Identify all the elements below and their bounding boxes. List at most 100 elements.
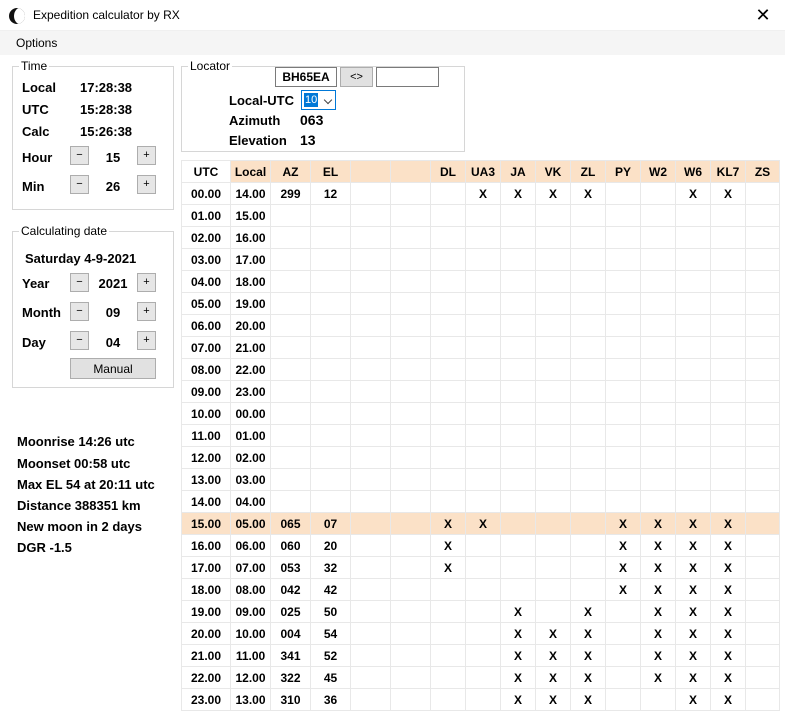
table-row[interactable]: 16.00 06.00 060 20 X X X X X	[181, 534, 780, 557]
table-row[interactable]: 09.00 23.00	[181, 380, 780, 403]
table-cell: X	[640, 600, 676, 623]
table-row[interactable]: 11.00 01.00	[181, 424, 780, 447]
local-utc-select[interactable]: 10	[301, 90, 336, 110]
table-cell	[390, 512, 431, 535]
table-cell	[570, 270, 606, 293]
table-row[interactable]: 19.00 09.00 025 50 X X X X X	[181, 600, 780, 623]
table-cell: 01.00	[230, 424, 271, 447]
column-header-dl: DL	[430, 160, 466, 183]
locator-input[interactable]: BH65EA	[275, 67, 337, 87]
day-decrement-button[interactable]: −	[70, 331, 89, 350]
table-cell	[710, 314, 746, 337]
table-cell	[465, 402, 501, 425]
locator-legend: Locator	[190, 59, 231, 73]
min-increment-button[interactable]: +	[137, 175, 156, 194]
hour-decrement-button[interactable]: −	[70, 146, 89, 165]
table-cell	[350, 622, 391, 645]
table-cell: X	[640, 666, 676, 689]
table-cell: 17.00	[181, 556, 231, 579]
min-decrement-button[interactable]: −	[70, 175, 89, 194]
table-row[interactable]: 23.00 13.00 310 36 X X X X X	[181, 688, 780, 711]
table-row[interactable]: 21.00 11.00 341 52 X X X X X X	[181, 644, 780, 667]
table-row[interactable]: 17.00 07.00 053 32 X X X X X	[181, 556, 780, 579]
table-cell	[390, 534, 431, 557]
table-cell	[745, 666, 780, 689]
table-cell	[390, 270, 431, 293]
table-row[interactable]: 20.00 10.00 004 54 X X X X X X	[181, 622, 780, 645]
table-row[interactable]: 00.00 14.00 299 12 X X X X X X	[181, 182, 780, 205]
table-row[interactable]: 18.00 08.00 042 42 X X X X	[181, 578, 780, 601]
table-row[interactable]: 15.00 05.00 065 07 X X X X X X	[181, 512, 780, 535]
table-cell	[430, 314, 466, 337]
table-cell: X	[500, 688, 536, 711]
table-row[interactable]: 10.00 00.00	[181, 402, 780, 425]
day-label: Day	[22, 335, 46, 350]
table-cell	[465, 556, 501, 579]
table-cell	[640, 292, 676, 315]
year-decrement-button[interactable]: −	[70, 273, 89, 292]
table-cell	[675, 248, 711, 271]
menu-options[interactable]: Options	[16, 36, 57, 50]
table-cell	[310, 402, 351, 425]
table-cell	[570, 468, 606, 491]
table-cell: X	[535, 622, 571, 645]
table-cell: 12	[310, 182, 351, 205]
table-row[interactable]: 06.00 20.00	[181, 314, 780, 337]
year-increment-button[interactable]: +	[137, 273, 156, 292]
table-cell	[500, 424, 536, 447]
table-row[interactable]: 22.00 12.00 322 45 X X X X X X	[181, 666, 780, 689]
table-cell	[640, 182, 676, 205]
day-increment-button[interactable]: +	[137, 331, 156, 350]
table-cell	[640, 270, 676, 293]
table-cell	[390, 248, 431, 271]
table-cell	[535, 578, 571, 601]
table-cell	[605, 380, 641, 403]
table-cell	[710, 380, 746, 403]
table-cell: X	[710, 622, 746, 645]
year-label: Year	[22, 276, 50, 291]
table-cell	[465, 424, 501, 447]
table-cell: X	[430, 556, 466, 579]
table-cell	[270, 402, 311, 425]
azimuth-label: Azimuth	[229, 113, 281, 128]
table-cell: X	[570, 666, 606, 689]
table-row[interactable]: 03.00 17.00	[181, 248, 780, 271]
table-cell	[640, 380, 676, 403]
month-increment-button[interactable]: +	[137, 302, 156, 321]
close-button[interactable]: ✕	[741, 0, 785, 31]
month-decrement-button[interactable]: −	[70, 302, 89, 321]
table-cell	[745, 644, 780, 667]
hour-increment-button[interactable]: +	[137, 146, 156, 165]
window-title: Expedition calculator by RX	[33, 8, 180, 22]
table-cell: X	[640, 556, 676, 579]
menu-bar: Options	[0, 31, 785, 55]
table-cell	[350, 380, 391, 403]
column-header-w2: W2	[640, 160, 676, 183]
moon-icon	[9, 8, 25, 24]
manual-button[interactable]: Manual	[70, 358, 156, 379]
table-cell	[605, 688, 641, 711]
target-locator-input[interactable]	[376, 67, 439, 87]
table-row[interactable]: 04.00 18.00	[181, 270, 780, 293]
swap-locator-button[interactable]: <>	[340, 67, 373, 87]
moonrise-text: Moonrise 14:26 utc	[17, 434, 135, 449]
table-row[interactable]: 02.00 16.00	[181, 226, 780, 249]
table-row[interactable]: 07.00 21.00	[181, 336, 780, 359]
table-cell	[640, 204, 676, 227]
table-cell: 03.00	[230, 468, 271, 491]
column-header-blank-4	[350, 160, 391, 183]
table-cell	[570, 490, 606, 513]
table-row[interactable]: 05.00 19.00	[181, 292, 780, 315]
table-cell: 13.00	[181, 468, 231, 491]
table-row[interactable]: 08.00 22.00	[181, 358, 780, 381]
table-cell: X	[710, 534, 746, 557]
table-row[interactable]: 13.00 03.00	[181, 468, 780, 491]
table-cell	[710, 358, 746, 381]
table-row[interactable]: 14.00 04.00	[181, 490, 780, 513]
table-cell: 11.00	[181, 424, 231, 447]
table-row[interactable]: 01.00 15.00	[181, 204, 780, 227]
column-header-w6: W6	[675, 160, 711, 183]
table-cell	[570, 336, 606, 359]
table-cell	[350, 182, 391, 205]
table-row[interactable]: 12.00 02.00	[181, 446, 780, 469]
